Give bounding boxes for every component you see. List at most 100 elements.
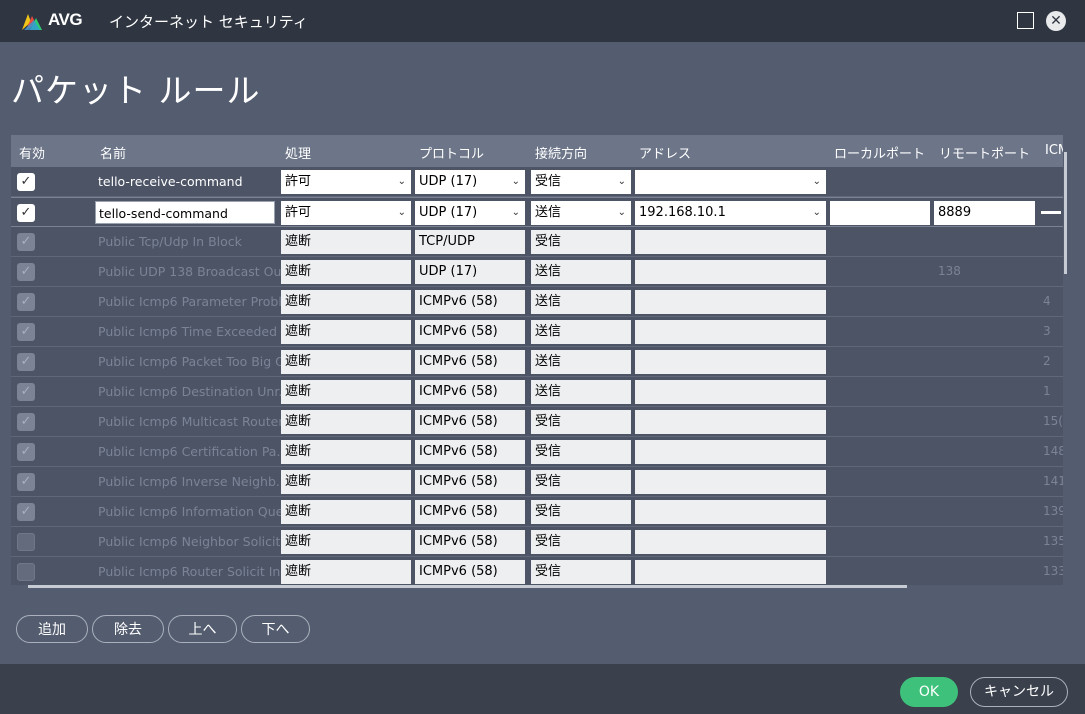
enabled-checkbox[interactable]: ✓ [17, 263, 35, 281]
enabled-checkbox[interactable]: ✓ [17, 443, 35, 461]
icmp-value: 148 [1043, 444, 1063, 458]
table-row[interactable]: ✓ tello-send-command 許可 ⌄ UDP (17) ⌄ 送信 ⌄ 192.16… [11, 197, 1063, 227]
enabled-checkbox[interactable] [17, 563, 35, 581]
chevron-down-icon[interactable]: ⌄ [398, 170, 406, 194]
enabled-checkbox[interactable]: ✓ [17, 323, 35, 341]
local-port-input[interactable] [830, 201, 930, 225]
enabled-checkbox[interactable]: ✓ [17, 293, 35, 311]
column-header-protocol[interactable]: プロトコル [419, 143, 484, 162]
table-row[interactable]: ✓ Public Tcp/Udp In Block 遮断 TCP/UDP 受信 [11, 227, 1063, 257]
table-row[interactable]: ✓ Public Icmp6 Information Que... 遮断 ICMPv6… [11, 497, 1063, 527]
table-row[interactable]: ✓ tello-receive-command 許可 ⌄ UDP (17) ⌄ 受信 ⌄ ⌄ [11, 167, 1063, 197]
icmp-value: 141 [1043, 474, 1063, 488]
address-select[interactable]: 192.168.10.1 ⌄ [635, 201, 826, 225]
table-row[interactable]: ✓ Public Icmp6 Multicast Router... 遮断 ICMPv… [11, 407, 1063, 437]
action-select-value: 遮断 [285, 324, 312, 339]
rule-name: Public Icmp6 Certification Pa... [98, 444, 289, 459]
direction-select: 送信 [531, 320, 631, 344]
protocol-select-value: ICMPv6 (58) [419, 354, 498, 369]
direction-select-value: 受信 [535, 564, 562, 579]
chevron-down-icon[interactable]: ⌄ [398, 201, 406, 225]
move-down-button[interactable]: 下へ [241, 615, 310, 643]
action-select: 遮断 [281, 320, 411, 344]
icmp-value: 3 [1043, 324, 1051, 338]
action-select[interactable]: 許可 ⌄ [281, 201, 411, 225]
table-row[interactable]: ✓ Public Icmp6 Parameter Probl... 遮断 ICMPv6… [11, 287, 1063, 317]
remove-button[interactable]: 除去 [92, 615, 164, 643]
chevron-down-icon[interactable]: ⌄ [813, 201, 821, 225]
enabled-checkbox[interactable]: ✓ [17, 383, 35, 401]
rule-name: Public Icmp6 Multicast Router... [98, 414, 295, 429]
direction-select: 受信 [531, 530, 631, 554]
protocol-select[interactable]: UDP (17) ⌄ [415, 170, 525, 194]
direction-select-value: 送信 [535, 354, 562, 369]
table-row[interactable]: ✓ Public UDP 138 Broadcast Out 遮断 UDP (17) 送… [11, 257, 1063, 287]
rule-name: Public Icmp6 Inverse Neighb... [98, 474, 288, 489]
rule-name-input[interactable]: tello-send-command [95, 201, 275, 224]
direction-select: 送信 [531, 380, 631, 404]
rule-name: Public Icmp6 Packet Too Big O... [98, 354, 297, 369]
maximize-icon[interactable] [1017, 12, 1034, 29]
direction-select[interactable]: 受信 ⌄ [531, 170, 631, 194]
column-header-name[interactable]: 名前 [100, 143, 126, 162]
chevron-down-icon[interactable]: ⌄ [618, 201, 626, 225]
direction-select: 送信 [531, 290, 631, 314]
address-select [635, 320, 826, 344]
address-select [635, 380, 826, 404]
enabled-checkbox[interactable]: ✓ [17, 204, 35, 222]
column-header-action[interactable]: 処理 [285, 143, 311, 162]
column-header-direction[interactable]: 接続方向 [535, 143, 587, 162]
add-button[interactable]: 追加 [16, 615, 88, 643]
protocol-select-value: ICMPv6 (58) [419, 444, 498, 459]
column-header-icmp[interactable]: ICM [1045, 143, 1063, 158]
column-header-remote-port[interactable]: リモートポート [939, 143, 1030, 162]
enabled-checkbox[interactable]: ✓ [17, 233, 35, 251]
direction-select-value: 送信 [535, 264, 562, 279]
enabled-checkbox[interactable]: ✓ [17, 353, 35, 371]
protocol-select-value: ICMPv6 (58) [419, 294, 498, 309]
enabled-checkbox[interactable]: ✓ [17, 503, 35, 521]
enabled-checkbox[interactable]: ✓ [17, 413, 35, 431]
direction-select-value: 受信 [535, 474, 562, 489]
enabled-checkbox[interactable]: ✓ [17, 173, 35, 191]
table-row[interactable]: Public Icmp6 Neighbor Solicit ... 遮断 ICMPv… [11, 527, 1063, 557]
protocol-select: ICMPv6 (58) [415, 440, 525, 464]
column-header-enabled[interactable]: 有効 [19, 143, 45, 162]
chevron-down-icon[interactable]: ⌄ [512, 170, 520, 194]
direction-select-value: 受信 [535, 444, 562, 459]
protocol-select[interactable]: UDP (17) ⌄ [415, 201, 525, 225]
icmp-value: 1 [1043, 384, 1051, 398]
window-title: インターネット セキュリティ [109, 13, 308, 31]
enabled-checkbox[interactable]: ✓ [17, 473, 35, 491]
remote-port-input[interactable]: 8889 [934, 201, 1035, 225]
chevron-down-icon[interactable]: ⌄ [512, 201, 520, 225]
chevron-down-icon[interactable]: ⌄ [618, 170, 626, 194]
action-select[interactable]: 許可 ⌄ [281, 170, 411, 194]
action-select-value: 遮断 [285, 384, 312, 399]
chevron-down-icon[interactable]: ⌄ [813, 170, 821, 194]
close-icon[interactable]: ✕ [1046, 11, 1066, 31]
column-header-local-port[interactable]: ローカルポート [834, 143, 925, 162]
table-row[interactable]: ✓ Public Icmp6 Destination Unr... 遮断 ICMPv6… [11, 377, 1063, 407]
address-select[interactable]: ⌄ [635, 170, 826, 194]
move-up-button[interactable]: 上へ [168, 615, 237, 643]
action-select-value: 遮断 [285, 534, 312, 549]
action-select-value: 許可 [285, 174, 312, 189]
table-row[interactable]: ✓ Public Icmp6 Packet Too Big O... 遮断 ICMPv… [11, 347, 1063, 377]
column-header-address[interactable]: アドレス [639, 143, 691, 162]
table-row[interactable]: Public Icmp6 Router Solicit In ... 遮断 ICMP… [11, 557, 1063, 585]
table-row[interactable]: ✓ Public Icmp6 Certification Pa... 遮断 ICMPv… [11, 437, 1063, 467]
direction-select-value: 受信 [535, 414, 562, 429]
vertical-scrollbar[interactable] [1064, 152, 1067, 274]
icmp-value: 133 [1043, 564, 1063, 578]
enabled-checkbox[interactable] [17, 533, 35, 551]
table-row[interactable]: ✓ Public Icmp6 Time Exceeded ... 遮断 ICMPv6 … [11, 317, 1063, 347]
address-select [635, 560, 826, 584]
direction-select[interactable]: 送信 ⌄ [531, 201, 631, 225]
address-select [635, 290, 826, 314]
table-row[interactable]: ✓ Public Icmp6 Inverse Neighb... 遮断 ICMPv6 … [11, 467, 1063, 497]
ok-button[interactable]: OK [900, 677, 958, 707]
horizontal-scrollbar[interactable] [28, 585, 907, 588]
address-select [635, 410, 826, 434]
cancel-button[interactable]: キャンセル [970, 677, 1068, 707]
